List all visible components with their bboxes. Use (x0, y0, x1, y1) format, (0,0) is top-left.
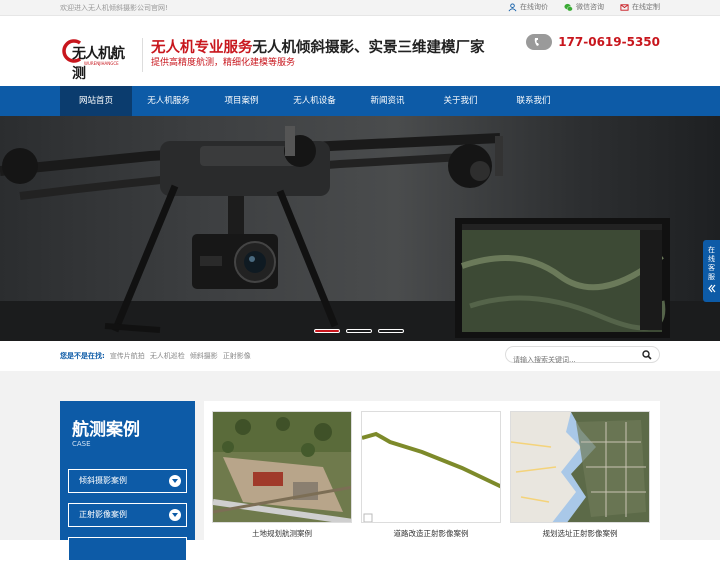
phone-number: 177-0619-5350 (558, 35, 660, 49)
sidebar-item-label: 正射影像案例 (79, 510, 127, 519)
wechat-consult-label: 微信咨询 (576, 3, 604, 11)
nav-item-drone-services[interactable]: 无人机服务 (132, 86, 205, 116)
header-tagline: 提供高精度航测，精细化建模等服务 (151, 58, 296, 68)
hero-banner[interactable] (0, 116, 720, 341)
top-bar: 欢迎进入无人机倾斜摄影公司官网! 在线询价 微信咨询 在线定制 (0, 0, 720, 16)
keyword-link-promo-aerial[interactable]: 宣传片航拍 (110, 351, 145, 361)
slogan-highlight: 无人机专业服务 (151, 40, 253, 56)
case-caption: 土地规划航测案例 (252, 529, 312, 538)
sidebar-item-more[interactable] (68, 537, 187, 561)
slogan-main: 无人机倾斜摄影、实景三维建模厂家 (252, 40, 485, 56)
nav-item-project-cases[interactable]: 项目案例 (205, 86, 278, 116)
search-input[interactable] (506, 352, 626, 368)
person-icon (508, 2, 517, 11)
site-logo[interactable]: 无人机航测 WURENJIHANGCE (62, 39, 132, 82)
nav-item-news[interactable]: 新闻资讯 (351, 86, 424, 116)
wechat-consult-link[interactable]: 微信咨询 (564, 2, 604, 12)
sidebar-item-label: 倾斜摄影案例 (79, 476, 127, 485)
nav-item-contact[interactable]: 联系我们 (497, 86, 570, 116)
chevron-down-icon (169, 509, 181, 521)
sidebar-item-ortho[interactable]: 正射影像案例 (68, 503, 187, 527)
case-card-land-planning[interactable]: 土地规划航测案例 (212, 411, 352, 540)
online-inquiry-link[interactable]: 在线询价 (508, 2, 548, 12)
keyword-link-drone-inspection[interactable]: 无人机巡检 (150, 351, 185, 361)
drone-photo-image (0, 126, 720, 341)
wechat-icon (564, 3, 573, 11)
case-thumbnail-image (510, 411, 650, 523)
case-grid: 土地规划航测案例 道路改造正射影像案例 规划选址正射影像案例 (204, 401, 660, 540)
main-nav: 网站首页 无人机服务 项目案例 无人机设备 新闻资讯 关于我们 联系我们 (0, 86, 720, 116)
keyword-link-oblique-photo[interactable]: 倾斜摄影 (190, 351, 218, 361)
cases-section: 航测案例 CASE 倾斜摄影案例 正射影像案例 土地规划航测案例 道路改造正射影… (0, 371, 720, 561)
online-service-float[interactable]: 在线客服 (703, 240, 720, 302)
case-caption: 道路改造正射影像案例 (393, 529, 469, 538)
keyword-link-ortho-image[interactable]: 正射影像 (223, 351, 251, 361)
case-caption: 规划选址正射影像案例 (542, 529, 618, 538)
search-box (505, 346, 660, 368)
case-card-site-selection[interactable]: 规划选址正射影像案例 (510, 411, 650, 540)
nav-item-drone-equipment[interactable]: 无人机设备 (278, 86, 351, 116)
keyword-bar: 您是不是在找: 宣传片航拍 无人机巡检 倾斜摄影 正射影像 (0, 341, 720, 371)
sidebar-title: 航测案例 (72, 420, 140, 440)
nav-item-about[interactable]: 关于我们 (424, 86, 497, 116)
online-custom-link[interactable]: 在线定制 (620, 2, 660, 12)
double-chevron-left-icon (708, 284, 716, 293)
mail-icon (620, 3, 629, 11)
search-icon[interactable] (642, 350, 652, 360)
logo-subtext: WURENJIHANGCE (84, 61, 119, 66)
sidebar-subtitle: CASE (72, 440, 91, 448)
sidebar-items: 倾斜摄影案例 正射影像案例 (68, 469, 187, 571)
sidebar-item-oblique[interactable]: 倾斜摄影案例 (68, 469, 187, 493)
online-inquiry-label: 在线询价 (520, 3, 548, 11)
case-thumbnail-image (361, 411, 501, 523)
online-custom-label: 在线定制 (632, 3, 660, 11)
case-thumbnail-image (212, 411, 352, 523)
header-divider (142, 38, 143, 72)
banner-dot-3[interactable] (378, 329, 404, 333)
phone-block[interactable]: 177-0619-5350 (526, 34, 660, 50)
online-service-label: 在线客服 (708, 246, 715, 281)
hot-keywords-label: 您是不是在找: (60, 352, 105, 360)
welcome-text: 欢迎进入无人机倾斜摄影公司官网! (60, 4, 168, 12)
case-sidebar: 航测案例 CASE 倾斜摄影案例 正射影像案例 (60, 401, 195, 561)
hot-keywords: 您是不是在找: 宣传片航拍 无人机巡检 倾斜摄影 正射影像 (60, 351, 251, 361)
banner-dot-1[interactable] (314, 329, 340, 333)
banner-pagination (314, 329, 404, 333)
top-links: 在线询价 微信咨询 在线定制 (508, 2, 660, 12)
case-card-road-renovation[interactable]: 道路改造正射影像案例 (361, 411, 501, 540)
nav-item-home[interactable]: 网站首页 (60, 86, 132, 116)
header-slogan: 无人机专业服务无人机倾斜摄影、实景三维建模厂家 (151, 36, 485, 57)
banner-dot-2[interactable] (346, 329, 372, 333)
chevron-down-icon (169, 475, 181, 487)
site-header: 无人机航测 WURENJIHANGCE 无人机专业服务无人机倾斜摄影、实景三维建… (0, 16, 720, 86)
phone-icon (526, 34, 553, 50)
